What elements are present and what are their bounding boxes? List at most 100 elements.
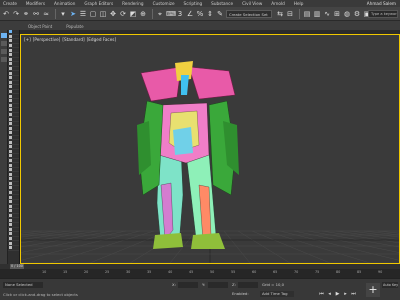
visibility-toggle[interactable] [9,30,12,34]
visibility-toggle[interactable] [9,126,12,130]
visibility-toggle[interactable] [9,131,12,135]
visibility-toggle[interactable] [9,80,12,84]
menu-animation[interactable]: Animation [54,1,75,6]
track-bar[interactable]: 10 15 20 25 30 35 40 45 50 55 60 65 70 75 80 85 90 [0,269,400,278]
visibility-toggle[interactable] [9,158,12,162]
mirror-icon[interactable]: ⇆ [276,10,284,18]
visibility-toggle[interactable] [9,71,12,75]
visibility-toggle[interactable] [9,214,12,218]
visibility-toggle[interactable] [9,90,12,94]
explorer-row[interactable] [8,246,19,251]
pivot-icon[interactable]: ⌖ [156,10,164,18]
select-object-icon[interactable]: ➤ [69,10,77,18]
spinner-snap-icon[interactable]: ⇕ [206,10,214,18]
viewport-view-menu[interactable]: [Perspective] [33,37,61,42]
z-coordinate-field[interactable] [238,282,258,288]
visibility-toggle[interactable] [9,34,12,38]
viewport-label[interactable]: [+] [Perspective] [Standard] [Edged Face… [24,37,118,42]
snap-3-icon[interactable]: 3 [176,10,184,18]
visibility-toggle[interactable] [9,204,12,208]
visibility-toggle[interactable] [9,241,12,245]
visibility-toggle[interactable] [9,48,12,52]
layers-icon[interactable] [1,49,7,54]
redo-icon[interactable]: ↷ [12,10,20,18]
rotate-icon[interactable]: ⟳ [119,10,127,18]
add-time-tag[interactable]: Add Time Tag [260,291,294,297]
menu-scripting[interactable]: Scripting [184,1,203,6]
visibility-toggle[interactable] [9,112,12,116]
character-model[interactable] [137,61,239,249]
menu-arnold[interactable]: Arnold [271,1,285,6]
viewport-display-menu[interactable]: [Edged Faces] [87,37,116,42]
visibility-toggle[interactable] [9,67,12,71]
undo-icon[interactable]: ↶ [2,10,10,18]
unlink-icon[interactable]: ⚯ [32,10,40,18]
y-coordinate-field[interactable] [208,282,228,288]
curve-editor-icon[interactable]: ∿ [323,10,331,18]
visibility-toggle[interactable] [9,181,12,185]
visibility-toggle[interactable] [9,145,12,149]
angle-snap-icon[interactable]: ∠ [186,10,194,18]
prev-frame-icon[interactable]: ◂ [326,291,333,297]
visibility-toggle[interactable] [9,223,12,227]
visibility-toggle[interactable] [9,103,12,107]
schematic-icon[interactable]: ⊞ [333,10,341,18]
visibility-toggle[interactable] [9,57,12,61]
menu-help[interactable]: Help [294,1,304,6]
user-account[interactable]: Ahmad Salem [367,0,396,7]
display-icon[interactable] [1,41,7,46]
material-editor-icon[interactable]: ◍ [343,10,351,18]
render-setup-icon[interactable]: ⚙ [353,10,361,18]
ribbon-tab-object-paint[interactable]: Object Paint [28,24,52,30]
hierarchy-icon[interactable] [1,57,7,62]
visibility-toggle[interactable] [9,53,12,57]
selection-set-dropdown[interactable]: Create Selection Set [226,9,272,18]
visibility-toggle[interactable] [9,200,12,204]
visibility-toggle[interactable] [9,76,12,80]
keyboard-shortcut-icon[interactable]: ⌨ [166,10,176,18]
visibility-toggle[interactable] [9,108,12,112]
bind-icon[interactable]: ≈ [42,10,50,18]
menu-modifiers[interactable]: Modifiers [26,1,45,6]
select-mode-icon[interactable] [1,33,7,38]
x-coordinate-field[interactable] [178,282,198,288]
percent-snap-icon[interactable]: % [196,10,204,18]
window-crossing-icon[interactable]: ◫ [99,10,107,18]
align-icon[interactable]: ⊟ [286,10,294,18]
visibility-toggle[interactable] [9,246,12,250]
visibility-toggle[interactable] [9,209,12,213]
ribbon-tab-populate[interactable]: Populate [66,24,83,30]
visibility-toggle[interactable] [9,44,12,48]
search-input[interactable]: Type a keyword or phrase [368,10,398,18]
set-key-icon[interactable]: + [366,283,380,297]
visibility-toggle[interactable] [9,237,12,241]
move-icon[interactable]: ✥ [109,10,117,18]
viewport-shading-menu[interactable]: [Standard] [62,37,84,42]
filter-all-icon[interactable]: ▾ [59,10,67,18]
edit-named-sets-icon[interactable]: ✎ [216,10,224,18]
visibility-toggle[interactable] [9,227,12,231]
visibility-toggle[interactable] [9,85,12,89]
menu-graph-editors[interactable]: Graph Editors [84,1,113,6]
visibility-toggle[interactable] [9,39,12,43]
scene-explorer-icon[interactable]: ▤ [303,10,311,18]
visibility-toggle[interactable] [9,172,12,176]
visibility-toggle[interactable] [9,149,12,153]
menu-substance[interactable]: Substance [211,1,233,6]
menu-create[interactable]: Create [3,1,17,6]
visibility-toggle[interactable] [9,218,12,222]
visibility-toggle[interactable] [9,62,12,66]
select-by-name-icon[interactable]: ☰ [79,10,87,18]
rect-select-icon[interactable]: ▢ [89,10,97,18]
visibility-toggle[interactable] [9,140,12,144]
visibility-toggle[interactable] [9,168,12,172]
menu-customize[interactable]: Customize [153,1,175,6]
next-frame-icon[interactable]: ▸ [342,291,349,297]
visibility-toggle[interactable] [9,99,12,103]
viewport-plus-menu[interactable]: [+] [24,37,31,42]
visibility-toggle[interactable] [9,163,12,167]
auto-key-button[interactable]: Auto Key [382,282,398,288]
visibility-toggle[interactable] [9,232,12,236]
visibility-toggle[interactable] [9,135,12,139]
go-to-start-icon[interactable]: ⏮ [318,291,325,297]
